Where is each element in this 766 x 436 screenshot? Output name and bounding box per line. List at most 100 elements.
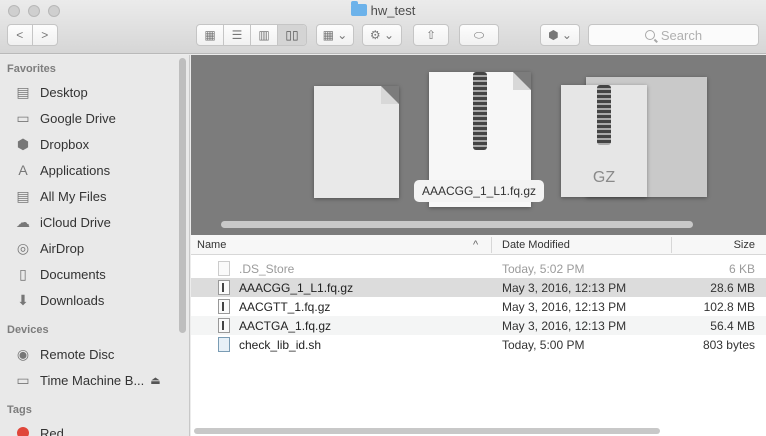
search-field[interactable]: Search [588, 24, 759, 46]
back-button[interactable]: < [8, 25, 33, 45]
file-name-cell: .DS_Store [239, 262, 295, 276]
sidebar-item-label: Documents [40, 266, 106, 282]
date-modified-cell: Today, 5:02 PM [502, 262, 585, 276]
coverflow-scrollbar[interactable] [221, 221, 693, 228]
window-title: hw_test [0, 1, 766, 18]
sidebar-item-time-machine-b[interactable]: ▭ Time Machine B... ⏏ [14, 370, 160, 390]
date-column-header[interactable]: Date Modified [502, 239, 570, 251]
sidebar-item-label: AirDrop [40, 240, 85, 256]
table-row[interactable]: AAACGG_1_L1.fq.gz May 3, 2016, 12:13 PM 28… [191, 278, 766, 297]
file-name-cell: AACGTT_1.fq.gz [239, 300, 331, 314]
favorites-header: Favorites [7, 63, 56, 75]
file-name-cell: check_lib_id.sh [239, 338, 322, 352]
action-gear-button[interactable]: ⚙ ⌄ [362, 24, 402, 46]
column-view-button[interactable]: ▥ [251, 25, 278, 45]
disc-icon: ◉ [16, 345, 30, 362]
file-list: Name ^ Date Modified Size .DS_Store Today… [191, 235, 766, 436]
coverflow-caption: AAACGG_1_L1.fq.gz [414, 180, 544, 202]
sidebar-item-label: Red [40, 425, 64, 436]
page-fold [513, 72, 531, 90]
tags-header: Tags [7, 404, 32, 416]
file-size-cell: 803 bytes [702, 338, 755, 352]
sidebar-item-google-drive[interactable]: ▭ Google Drive [14, 108, 116, 128]
sidebar-item-red[interactable]: Red [14, 423, 64, 436]
arrange-button[interactable]: ▦ ⌄ [316, 24, 354, 46]
drive-icon: ▭ [16, 371, 30, 388]
page-fold [381, 86, 399, 104]
table-row[interactable]: .DS_Store Today, 5:02 PM 6 KB [191, 259, 766, 278]
coverflow-view-button[interactable]: ▯▯ [278, 25, 306, 45]
date-modified-cell: Today, 5:00 PM [502, 338, 585, 352]
sidebar-item-dropbox[interactable]: ⬢ Dropbox [14, 134, 89, 154]
devices-header: Devices [7, 324, 49, 336]
tag-icon [14, 425, 32, 436]
all-files-icon: ▤ [16, 187, 30, 204]
sidebar-item-all-my-files[interactable]: ▤ All My Files [14, 186, 106, 206]
sidebar-item-airdrop[interactable]: ◎ AirDrop [14, 238, 84, 258]
table-row[interactable]: AACGTT_1.fq.gz May 3, 2016, 12:13 PM 102.8… [191, 297, 766, 316]
file-size-cell: 56.4 MB [710, 319, 755, 333]
name-column-header[interactable]: Name [197, 239, 226, 251]
folder-icon [350, 1, 367, 16]
list-scrollbar[interactable] [194, 428, 660, 434]
blank-document-preview[interactable] [314, 86, 399, 198]
file-size-cell: 6 KB [728, 262, 755, 276]
date-modified-cell: May 3, 2016, 12:13 PM [502, 319, 627, 333]
date-modified-cell: May 3, 2016, 12:13 PM [502, 300, 627, 314]
sidebar-item-desktop[interactable]: ▤ Desktop [14, 82, 87, 102]
file-name-cell: AACTGA_1.fq.gz [239, 319, 332, 333]
list-view-button[interactable]: ☰ [224, 25, 251, 45]
column-divider[interactable] [671, 237, 672, 253]
gz-archive-preview[interactable]: GZ [561, 85, 647, 197]
icon-view-button[interactable]: ▦ [197, 25, 224, 45]
file-name-cell: AAACGG_1_L1.fq.gz [239, 281, 354, 295]
view-mode-switcher: ▦ ☰ ▥ ▯▯ [196, 24, 307, 46]
date-modified-cell: May 3, 2016, 12:13 PM [502, 281, 627, 295]
sidebar-item-label: iCloud Drive [40, 214, 111, 230]
sidebar-item-label: All My Files [40, 188, 107, 204]
sidebar-item-label: Dropbox [40, 136, 90, 152]
sort-indicator-icon: ^ [473, 239, 479, 251]
table-row[interactable]: AACTGA_1.fq.gz May 3, 2016, 12:13 PM 56.4 … [191, 316, 766, 335]
zipper-icon [473, 72, 487, 150]
list-column-header: Name ^ Date Modified Size [191, 235, 766, 255]
sidebar-item-remote-disc[interactable]: ◉ Remote Disc [14, 344, 115, 364]
sidebar-item-label: Downloads [40, 292, 105, 308]
search-icon [644, 30, 655, 40]
edit-tags-button[interactable]: ⬭ [459, 24, 499, 46]
sidebar-item-label: Remote Disc [40, 346, 115, 362]
table-row[interactable]: check_lib_id.sh Today, 5:00 PM 803 bytes [191, 335, 766, 354]
sidebar-item-documents[interactable]: ▯ Documents [14, 264, 106, 284]
share-button[interactable]: ⇧ [413, 24, 449, 46]
sidebar-item-label: Time Machine B... [40, 372, 145, 388]
navigation-buttons: < > [7, 24, 58, 46]
gz-label: GZ [592, 169, 616, 186]
sidebar-item-downloads[interactable]: ⬇ Downloads [14, 290, 104, 310]
size-column-header[interactable]: Size [734, 239, 755, 251]
file-size-cell: 28.6 MB [710, 281, 755, 295]
document-file-icon [218, 299, 230, 314]
document-file-icon [218, 318, 230, 333]
coverflow-view[interactable]: GZ AAACGG_1_L1.fq.gz [191, 55, 766, 235]
sidebar-item-applications[interactable]: A Applications [14, 160, 110, 180]
documents-icon: ▯ [19, 265, 27, 282]
sidebar-scrollbar[interactable] [179, 58, 186, 333]
search-placeholder: Search [660, 27, 703, 43]
sidebar-item-label: Applications [40, 162, 111, 178]
sidebar-item-icloud-drive[interactable]: ☁ iCloud Drive [14, 212, 111, 232]
folder-icon: ▭ [16, 109, 30, 126]
dropbox-button[interactable]: ⬢ ⌄ [540, 24, 580, 46]
column-divider[interactable] [491, 237, 492, 253]
file-size-cell: 102.8 MB [703, 300, 755, 314]
document-file-icon [218, 261, 230, 276]
script-file-icon [218, 337, 230, 352]
sidebar: Favorites ▤ Desktop ▭ Google Drive ⬢ Dropbox A… [0, 55, 190, 436]
downloads-icon: ⬇ [17, 291, 29, 308]
toolbar: hw_test < > ▦ ☰ ▥ ▯▯ ▦ ⌄ ⚙ ⌄ ⇧ ⬭ ⬢ ⌄ Sea… [0, 0, 766, 54]
airdrop-icon: ◎ [16, 239, 30, 256]
dropbox-icon: ⬢ [16, 135, 30, 152]
forward-button[interactable]: > [33, 25, 57, 45]
document-file-icon [218, 280, 230, 295]
cloud-icon: ☁ [16, 213, 30, 230]
eject-icon[interactable]: ⏏ [150, 374, 160, 387]
